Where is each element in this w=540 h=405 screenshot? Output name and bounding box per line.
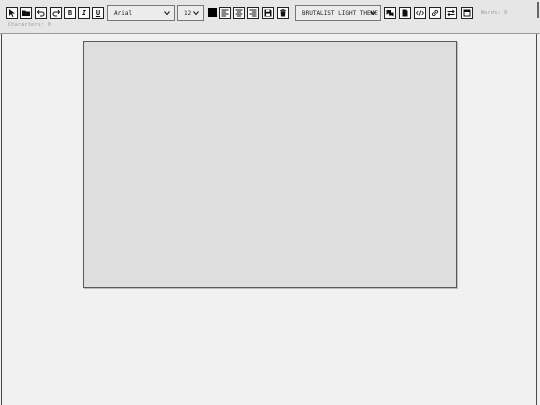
link-icon — [431, 9, 439, 17]
window-button[interactable] — [461, 7, 473, 19]
swap-icon — [447, 9, 455, 17]
redo-icon — [52, 9, 60, 17]
underline-button[interactable]: U — [92, 7, 104, 19]
editor-canvas[interactable] — [83, 41, 457, 288]
chevron-down-icon — [164, 11, 170, 16]
font-size-select[interactable]: 12 — [177, 5, 204, 21]
save-button[interactable] — [262, 7, 274, 19]
file-icon — [402, 9, 408, 17]
swap-button[interactable] — [445, 7, 457, 19]
delete-button[interactable] — [277, 7, 289, 19]
cursor-icon — [9, 9, 15, 17]
underline-label: U — [95, 8, 101, 17]
align-left-button[interactable] — [219, 7, 231, 19]
align-right-icon — [249, 9, 257, 17]
bold-button[interactable]: B — [64, 7, 76, 19]
code-icon — [416, 10, 424, 16]
chevron-down-icon — [370, 11, 376, 16]
comments-button[interactable] — [384, 7, 396, 19]
bold-label: B — [67, 8, 73, 17]
redo-button[interactable] — [50, 7, 62, 19]
code-view-button[interactable] — [414, 7, 426, 19]
align-center-button[interactable] — [233, 7, 245, 19]
window-icon — [463, 9, 471, 17]
chevron-down-icon — [193, 11, 199, 16]
align-right-button[interactable] — [247, 7, 259, 19]
word-count: Words: 0 — [481, 10, 508, 16]
undo-icon — [37, 9, 45, 17]
font-family-select[interactable]: Arial — [107, 5, 175, 21]
toolbar: B I U Arial 12 BRUTALIST LIGHT THEME Wor… — [0, 0, 540, 34]
font-size-value: 12 — [184, 9, 192, 17]
align-left-icon — [221, 9, 229, 17]
undo-button[interactable] — [35, 7, 47, 19]
cursor-select-button[interactable] — [6, 7, 18, 19]
link-button[interactable] — [429, 7, 441, 19]
theme-select[interactable]: BRUTALIST LIGHT THEME — [295, 5, 381, 21]
document-button[interactable] — [399, 7, 411, 19]
folder-icon — [22, 10, 30, 16]
character-count: Characters: 0 — [8, 22, 52, 28]
italic-button[interactable]: I — [78, 7, 90, 19]
open-folder-button[interactable] — [20, 7, 32, 19]
comments-icon — [386, 10, 394, 17]
save-icon — [264, 9, 272, 17]
align-center-icon — [235, 9, 243, 17]
italic-label: I — [81, 8, 87, 17]
text-color-swatch[interactable] — [208, 8, 217, 17]
font-family-value: Arial — [114, 9, 133, 17]
theme-value: BRUTALIST LIGHT THEME — [302, 9, 378, 17]
window-edge-bar — [537, 2, 539, 18]
trash-icon — [280, 9, 286, 17]
